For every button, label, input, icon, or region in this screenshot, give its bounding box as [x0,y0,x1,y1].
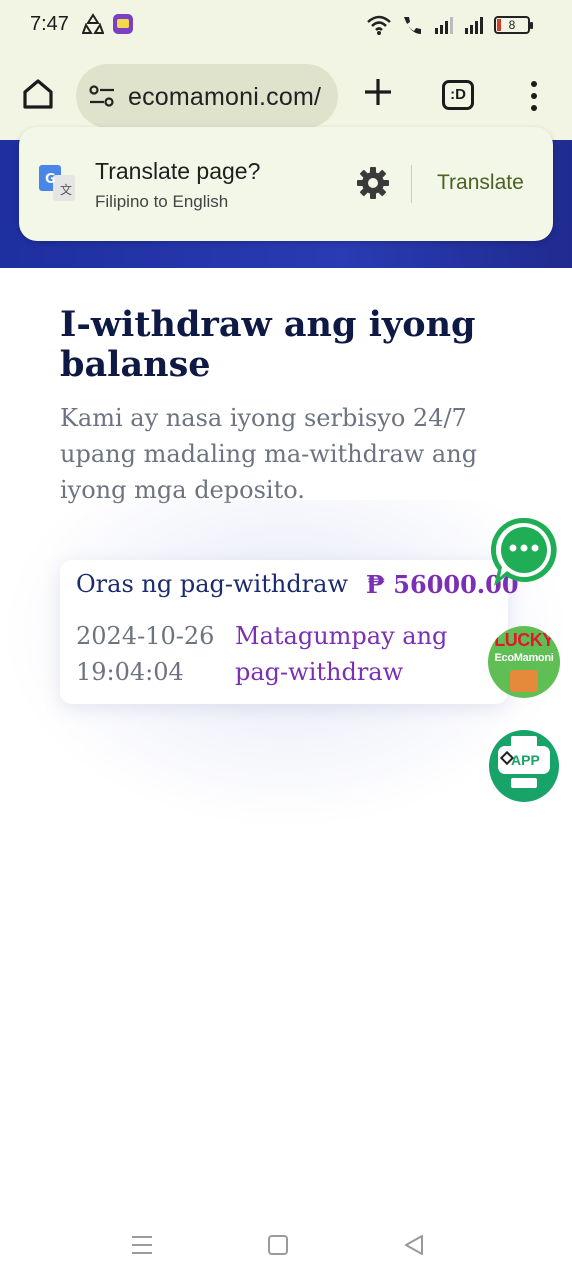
translate-divider [411,165,412,203]
wifi-calling-icon [404,17,421,34]
svg-text:G: G [45,172,56,187]
battery-icon: 8 [494,16,533,34]
system-nav-bar [0,1210,572,1280]
battery-fill [497,19,501,31]
app-device-top [511,736,537,746]
download-app-button[interactable]: APP [489,730,559,802]
app-label: APP [511,752,540,768]
status-system-icons: 8 [366,14,533,36]
lucky-title: LUCKY [494,630,554,650]
app-device-stand [511,778,537,788]
signal-icon-2 [465,17,483,34]
lucky-promo-button[interactable]: LUCKY EcoMamoni [488,626,560,698]
tab-switcher-button[interactable]: :D [442,80,474,110]
address-bar[interactable]: ecomamoni.com/ [76,64,338,128]
translate-prompt: G 文 Translate page? Filipino to English … [19,127,553,241]
translate-button[interactable]: Translate [437,171,524,195]
status-time: 7:47 [30,13,69,35]
withdraw-datetime: 2024-10-26 19:04:04 [76,622,215,686]
withdraw-record-card: Oras ng pag-withdraw ₱ 56000.00 2024-10-… [60,560,519,704]
more-menu-icon[interactable] [524,78,544,114]
app-notification-icon [113,14,133,34]
home-icon[interactable] [20,76,56,112]
chat-bubble-icon[interactable] [488,514,560,590]
signal-icon-1 [435,17,453,34]
gear-icon[interactable] [355,165,391,201]
recents-menu-icon[interactable] [130,1234,154,1256]
gift-box-icon [510,670,538,692]
withdraw-status: Matagumpay ang pag-withdraw [235,622,448,686]
new-tab-plus-icon[interactable] [360,74,396,110]
status-notification-icons [82,13,134,35]
wifi-icon [367,15,391,35]
status-bar: 7:47 8 [0,0,572,52]
lucky-brand: EcoMamoni [494,652,554,664]
page-title: I-withdraw ang iyong balanse [60,304,476,385]
site-settings-icon[interactable] [88,84,116,108]
withdraw-time-label: Oras ng pag-withdraw [76,570,349,598]
url-text[interactable]: ecomamoni.com/ [128,83,321,112]
battery-level: 8 [508,18,516,32]
translate-title: Translate page? [95,158,261,184]
recycle-icon [82,13,104,34]
back-triangle-icon[interactable] [402,1234,426,1256]
google-translate-icon: G 文 [39,165,75,201]
svg-text:文: 文 [60,182,72,197]
home-square-icon[interactable] [268,1235,288,1255]
translate-languages: Filipino to English [95,192,229,211]
page-description: Kami ay nasa iyong serbisyo 24/7 upang m… [60,404,478,504]
